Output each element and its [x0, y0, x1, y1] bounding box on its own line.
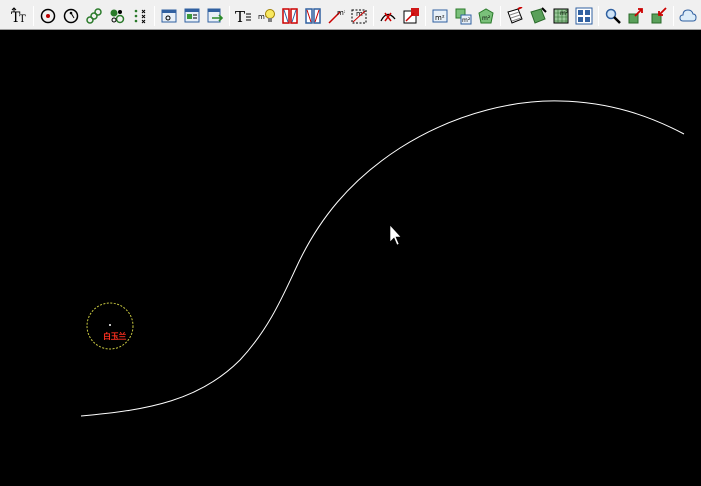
mirror-red-icon[interactable] — [281, 7, 299, 25]
window-small-icon[interactable] — [160, 7, 178, 25]
text-style-icon[interactable]: T — [235, 7, 253, 25]
line-area-icon[interactable]: m² — [327, 7, 345, 25]
mirror-blue-icon[interactable] — [304, 7, 322, 25]
clip-red-icon[interactable] — [402, 7, 420, 25]
area-grid-icon[interactable]: m² — [552, 7, 570, 25]
svg-text:m²: m² — [482, 15, 491, 22]
text-height-icon[interactable]: TT — [10, 7, 28, 25]
circle-point-icon[interactable] — [39, 7, 57, 25]
separator — [373, 6, 374, 26]
window-export-icon[interactable] — [206, 7, 224, 25]
mouse-cursor-icon — [389, 224, 402, 246]
window-image-icon[interactable] — [183, 7, 201, 25]
separator — [500, 6, 501, 26]
curve-cut-icon[interactable] — [379, 7, 397, 25]
s-curve — [80, 100, 685, 417]
zoom-key-icon[interactable] — [604, 7, 622, 25]
cloud-icon[interactable] — [679, 7, 697, 25]
separator — [598, 6, 599, 26]
point-label: 白玉兰 — [103, 332, 127, 341]
area-polygon-icon[interactable]: m² — [477, 7, 495, 25]
svg-text:T: T — [235, 8, 245, 25]
drawing-canvas[interactable] — [0, 30, 701, 486]
area-map-icon[interactable]: m² — [454, 7, 472, 25]
chain-icon[interactable] — [85, 7, 103, 25]
separator — [673, 6, 674, 26]
svg-text:m²: m² — [462, 17, 471, 24]
toolbar: TT T m² m² m² — [0, 0, 701, 30]
import-arrow-icon[interactable] — [650, 7, 668, 25]
svg-text:T: T — [19, 14, 26, 25]
circle-dot-icon[interactable] — [62, 7, 80, 25]
point-center-dot — [109, 324, 111, 326]
area-window-icon[interactable]: m² — [431, 7, 449, 25]
separator — [425, 6, 426, 26]
drawing-surface — [80, 100, 685, 417]
svg-text:m²: m² — [435, 14, 445, 22]
grid-layout-icon[interactable] — [575, 7, 593, 25]
svg-text:m²: m² — [337, 9, 345, 17]
dot-grid-icon[interactable] — [131, 7, 149, 25]
area-bulb-icon[interactable]: m² — [258, 7, 276, 25]
link-network-icon[interactable] — [108, 7, 126, 25]
separator — [33, 6, 34, 26]
export-arrow-icon[interactable] — [627, 7, 645, 25]
grid-pen-icon[interactable] — [506, 7, 524, 25]
separator — [229, 6, 230, 26]
dashed-area-icon[interactable]: m² — [350, 7, 368, 25]
separator — [154, 6, 155, 26]
hatch-pen-icon[interactable] — [529, 7, 547, 25]
svg-text:m²: m² — [560, 10, 569, 17]
